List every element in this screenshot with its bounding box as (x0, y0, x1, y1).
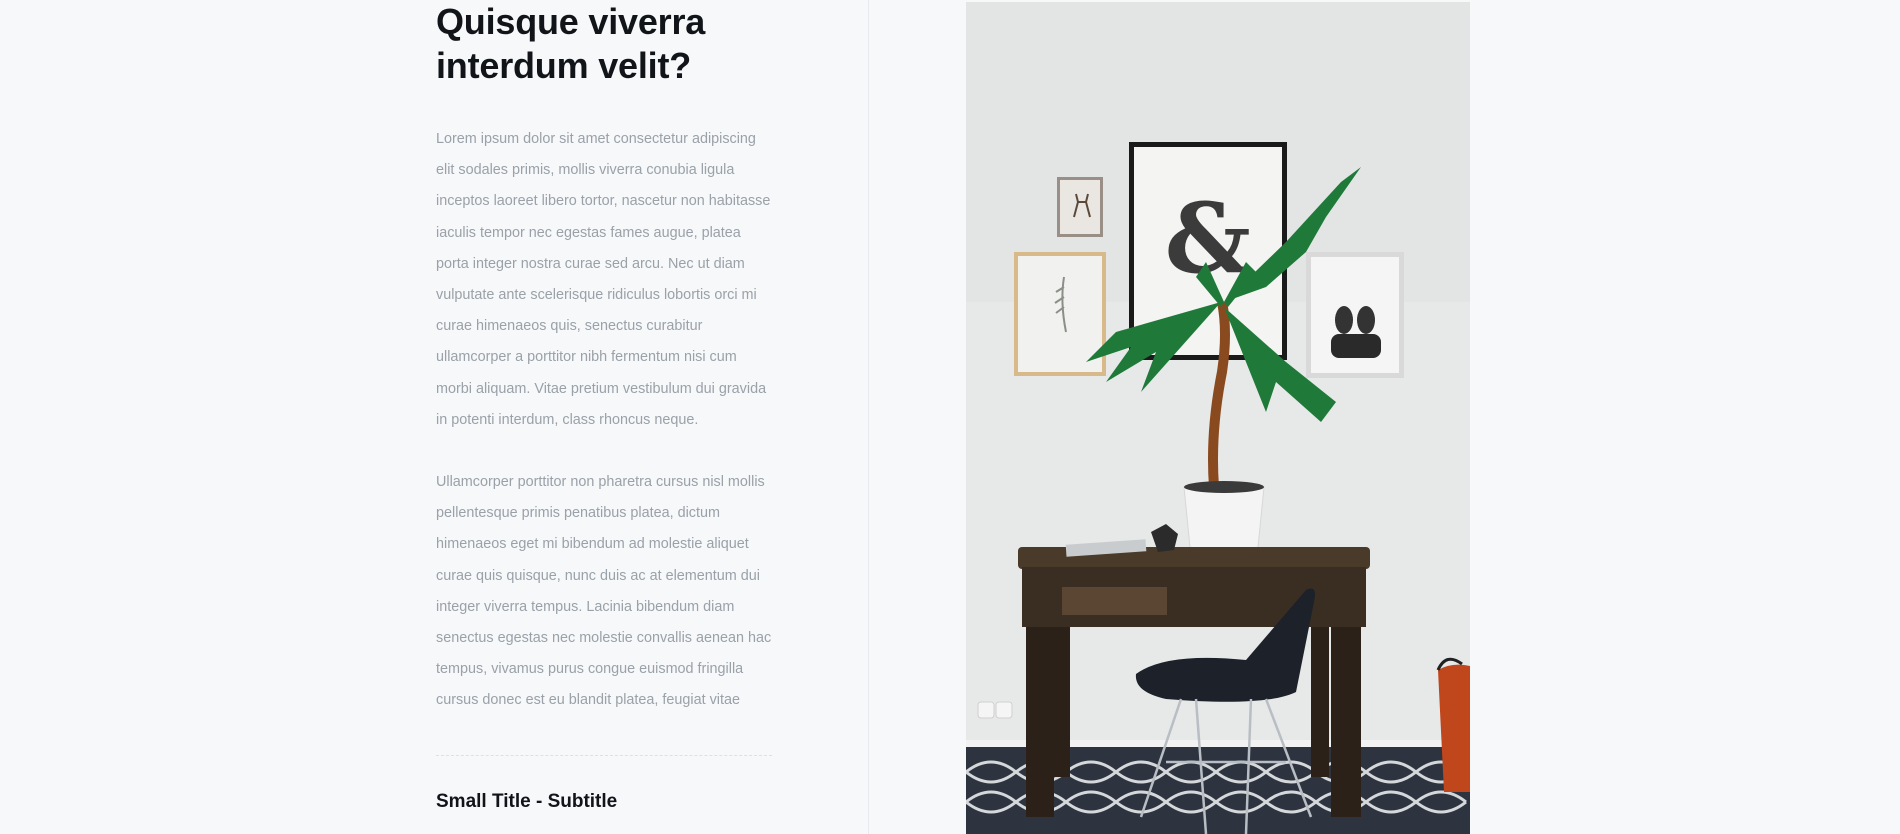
article-paragraph-1: Lorem ipsum dolor sit amet consectetur a… (436, 131, 771, 428)
small-title: Small Title - Subtitle (436, 791, 618, 812)
interior-photo-illustration: & (966, 2, 1470, 834)
portrait-frame (1306, 252, 1404, 378)
article-title-line-1: Quisque viverra (436, 1, 706, 42)
interior-photo: & (966, 2, 1470, 834)
article-paragraph-2: Ullamcorper porttitor non pharetra cursu… (436, 474, 772, 709)
article-column: Quisque viverra interdum velit? Lorem ip… (436, 0, 776, 812)
section-divider (436, 755, 772, 756)
deer-frame (1057, 177, 1103, 237)
article-title: Quisque viverra interdum velit? (436, 0, 776, 88)
page: Quisque viverra interdum velit? Lorem ip… (0, 0, 1900, 834)
column-divider (868, 0, 869, 834)
article-title-line-2: interdum velit? (436, 45, 692, 86)
